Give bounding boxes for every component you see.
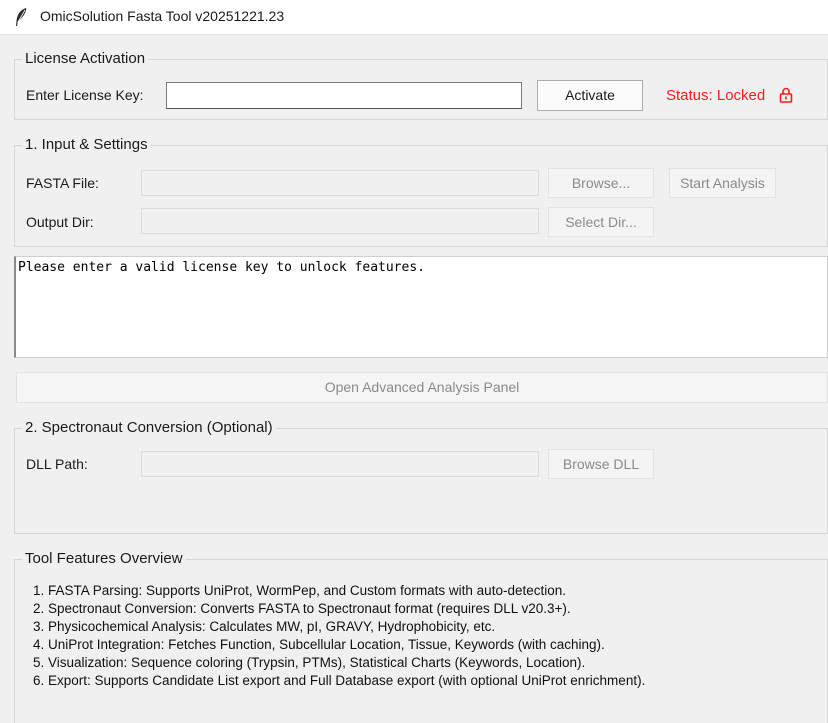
dll-path-input[interactable] <box>141 451 539 477</box>
feather-icon <box>16 8 27 26</box>
fasta-file-label: FASTA File: <box>26 175 99 191</box>
browse-button[interactable]: Browse... <box>548 168 654 198</box>
license-key-label: Enter License Key: <box>26 87 144 103</box>
output-dir-input[interactable] <box>141 208 539 234</box>
license-group-label: License Activation <box>22 50 149 68</box>
features-list: 1. FASTA Parsing: Supports UniProt, Worm… <box>33 582 645 690</box>
feature-item: 5. Visualization: Sequence coloring (Try… <box>33 655 586 670</box>
lock-icon <box>779 87 793 103</box>
activate-button[interactable]: Activate <box>537 80 643 111</box>
title-bar: OmicSolution Fasta Tool v20251221.23 <box>0 0 828 35</box>
spectronaut-group-label: 2. Spectronaut Conversion (Optional) <box>22 419 276 437</box>
dll-path-label: DLL Path: <box>26 456 88 472</box>
start-analysis-button[interactable]: Start Analysis <box>669 168 776 198</box>
output-dir-label: Output Dir: <box>26 214 94 230</box>
spectronaut-group <box>14 428 828 534</box>
feature-item: 2. Spectronaut Conversion: Converts FAST… <box>33 601 571 616</box>
log-textbox[interactable]: Please enter a valid license key to unlo… <box>14 256 828 358</box>
window-title: OmicSolution Fasta Tool v20251221.23 <box>40 8 285 24</box>
feature-item: 6. Export: Supports Candidate List expor… <box>33 673 646 688</box>
features-overview-group-label: Tool Features Overview <box>22 550 186 568</box>
feature-item: 3. Physicochemical Analysis: Calculates … <box>33 619 496 634</box>
status-label: Status: Locked <box>666 87 766 104</box>
feature-item: 4. UniProt Integration: Fetches Function… <box>33 637 605 652</box>
input-settings-group-label: 1. Input & Settings <box>22 136 151 154</box>
license-key-input[interactable] <box>166 82 522 109</box>
fasta-file-input[interactable] <box>141 170 539 196</box>
select-dir-button[interactable]: Select Dir... <box>548 207 654 237</box>
browse-dll-button[interactable]: Browse DLL <box>548 449 654 479</box>
open-advanced-panel-button[interactable]: Open Advanced Analysis Panel <box>16 372 828 403</box>
feature-item: 1. FASTA Parsing: Supports UniProt, Worm… <box>33 583 566 598</box>
